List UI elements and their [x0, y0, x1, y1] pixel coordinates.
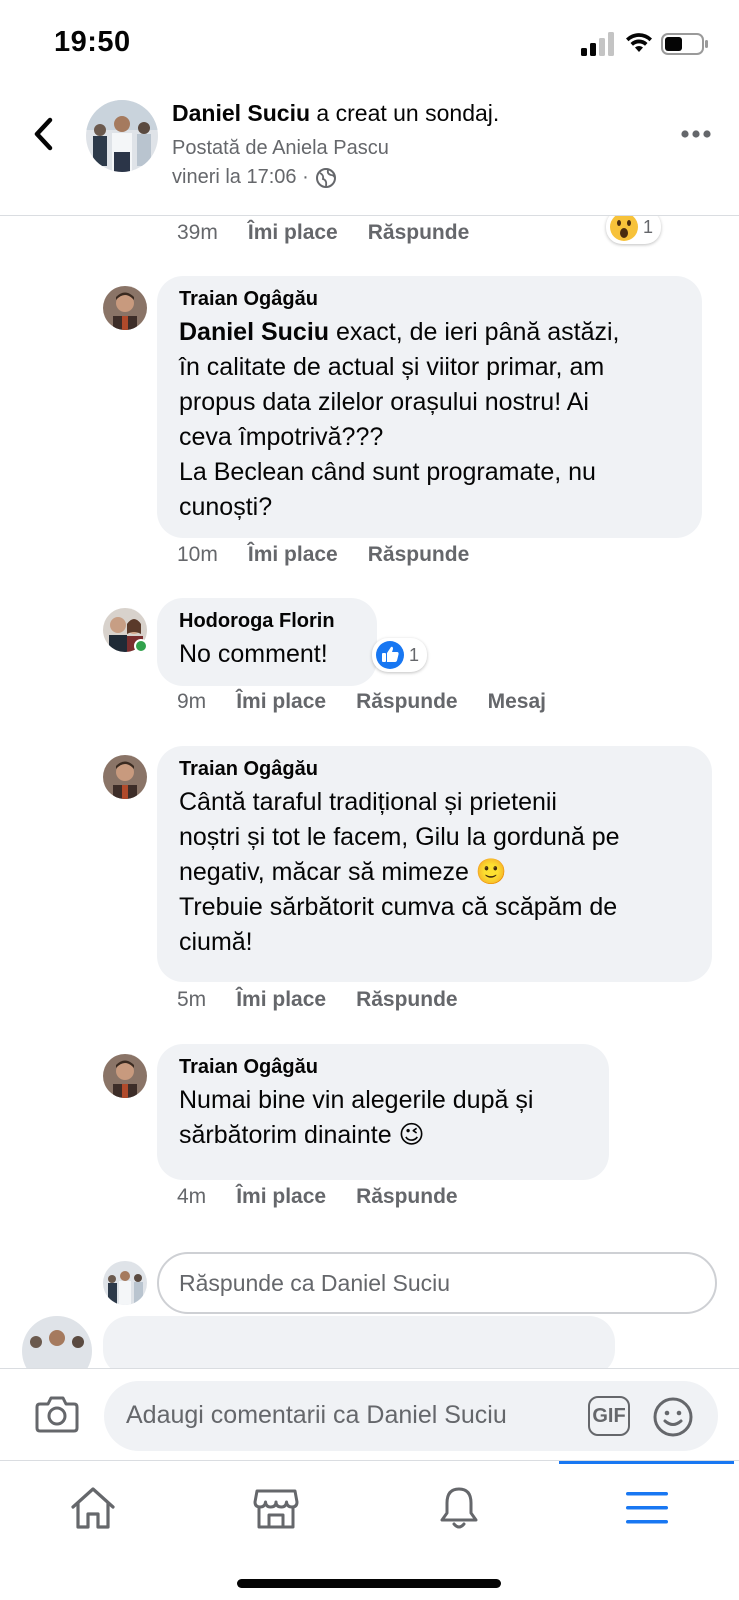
emoji-icon[interactable]	[652, 1396, 694, 1438]
battery-icon	[661, 33, 708, 55]
status-time: 19:50	[54, 26, 131, 58]
comments-list: 39m Îmi place Răspunde 1 Traian Ogâgău D…	[0, 216, 739, 1368]
comment-text: No comment!	[179, 640, 328, 668]
comment-meta: 9m Îmi place Răspunde Mesaj	[177, 690, 576, 714]
reply-link[interactable]: Răspunde	[368, 543, 470, 567]
status-bar: 19:50	[0, 0, 739, 88]
notifications-icon[interactable]	[434, 1483, 484, 1533]
reaction-badge[interactable]: 1	[606, 216, 662, 244]
marketplace-icon[interactable]	[251, 1483, 301, 1533]
comment-time: 5m	[177, 988, 207, 1011]
commenter-avatar-wrap[interactable]	[103, 608, 149, 654]
posted-by-label: Postată de Aniela Pascu	[172, 137, 389, 159]
comment-bubble-partial	[103, 1316, 615, 1368]
reply-link[interactable]: Răspunde	[356, 988, 458, 1012]
comment-author[interactable]: Hodoroga Florin	[179, 610, 355, 633]
like-link[interactable]: Îmi place	[248, 543, 338, 567]
reaction-badge[interactable]: 1	[372, 638, 428, 672]
comment-text-body: exact, de ieri până astăzi, în calitate …	[179, 318, 620, 521]
comment-time: 4m	[177, 1185, 207, 1208]
wow-icon	[610, 216, 638, 241]
commenter-avatar[interactable]	[103, 1054, 147, 1098]
home-indicator[interactable]	[237, 1579, 501, 1588]
home-icon[interactable]	[68, 1483, 118, 1533]
comment-time: 39m	[177, 221, 218, 244]
commenter-avatar[interactable]	[22, 1316, 92, 1368]
comment-author[interactable]: Traian Ogâgău	[179, 288, 680, 311]
comment-time: 10m	[177, 543, 218, 566]
gif-button[interactable]: GIF	[588, 1396, 630, 1436]
active-tab-indicator	[559, 1461, 734, 1464]
comment-placeholder: Adaugi comentarii ca Daniel Suciu	[126, 1401, 507, 1429]
comment-text: Daniel Suciu exact, de ieri până astăzi,…	[179, 315, 680, 525]
post-time-label: vineri la 17:06 ·	[172, 166, 309, 188]
reply-link[interactable]: Răspunde	[356, 1185, 458, 1209]
comment-bubble: Hodoroga Florin No comment!	[157, 598, 377, 686]
comment-time: 9m	[177, 690, 207, 713]
cellular-signal-icon	[581, 32, 614, 56]
like-link[interactable]: Îmi place	[248, 221, 338, 245]
commenter-avatar[interactable]	[103, 755, 147, 799]
comment-author[interactable]: Traian Ogâgău	[179, 1056, 587, 1079]
reply-avatar	[103, 1261, 147, 1305]
reaction-count: 1	[409, 644, 420, 665]
back-arrow-icon[interactable]	[26, 114, 62, 154]
author-avatar[interactable]	[86, 100, 158, 172]
comment-meta: 4m Îmi place Răspunde	[177, 1185, 488, 1209]
tab-bar	[0, 1460, 739, 1600]
post-author-name[interactable]: Daniel Suciu	[172, 100, 310, 126]
menu-icon[interactable]	[622, 1483, 672, 1533]
comment-bubble: Traian Ogâgău Numai bine vin alegerile d…	[157, 1044, 609, 1180]
comment-composer: Adaugi comentarii ca Daniel Suciu GIF	[0, 1368, 739, 1460]
mention-link[interactable]: Daniel Suciu	[179, 318, 329, 346]
like-link[interactable]: Îmi place	[236, 690, 326, 714]
comment-text: Numai bine vin alegerile după și sărbăto…	[179, 1086, 534, 1149]
post-title: Daniel Suciu a creat un sondaj.	[172, 100, 499, 127]
more-options-icon[interactable]	[680, 128, 712, 140]
like-icon	[376, 641, 404, 669]
comment-bubble: Traian Ogâgău Daniel Suciu exact, de ier…	[157, 276, 702, 538]
online-status-dot	[134, 639, 148, 653]
comment-meta: 10m Îmi place Răspunde	[177, 543, 499, 567]
like-link[interactable]: Îmi place	[236, 988, 326, 1012]
wifi-icon	[626, 33, 652, 52]
comment-meta: 5m Îmi place Răspunde	[177, 988, 488, 1012]
comment-bubble: Traian Ogâgău Cântă taraful tradițional …	[157, 746, 712, 982]
reply-input[interactable]: Răspunde ca Daniel Suciu	[157, 1252, 717, 1314]
reply-link[interactable]: Răspunde	[356, 690, 458, 714]
globe-icon	[315, 167, 336, 188]
comment-author[interactable]: Traian Ogâgău	[179, 758, 690, 781]
like-link[interactable]: Îmi place	[236, 1185, 326, 1209]
reaction-count: 1	[643, 216, 654, 237]
post-time: vineri la 17:06 ·	[172, 166, 337, 189]
comment-input[interactable]: Adaugi comentarii ca Daniel Suciu GIF	[104, 1381, 718, 1451]
comment-meta: 39m Îmi place Răspunde	[177, 221, 499, 245]
comment-text: Cântă taraful tradițional și prietenii n…	[179, 788, 620, 956]
reply-placeholder: Răspunde ca Daniel Suciu	[179, 1269, 451, 1296]
commenter-avatar[interactable]	[103, 286, 147, 330]
message-link[interactable]: Mesaj	[488, 690, 546, 714]
post-action: a creat un sondaj.	[310, 100, 500, 126]
post-header: Daniel Suciu a creat un sondaj. Postată …	[0, 88, 739, 216]
camera-icon[interactable]	[35, 1393, 79, 1433]
reply-link[interactable]: Răspunde	[368, 221, 470, 245]
